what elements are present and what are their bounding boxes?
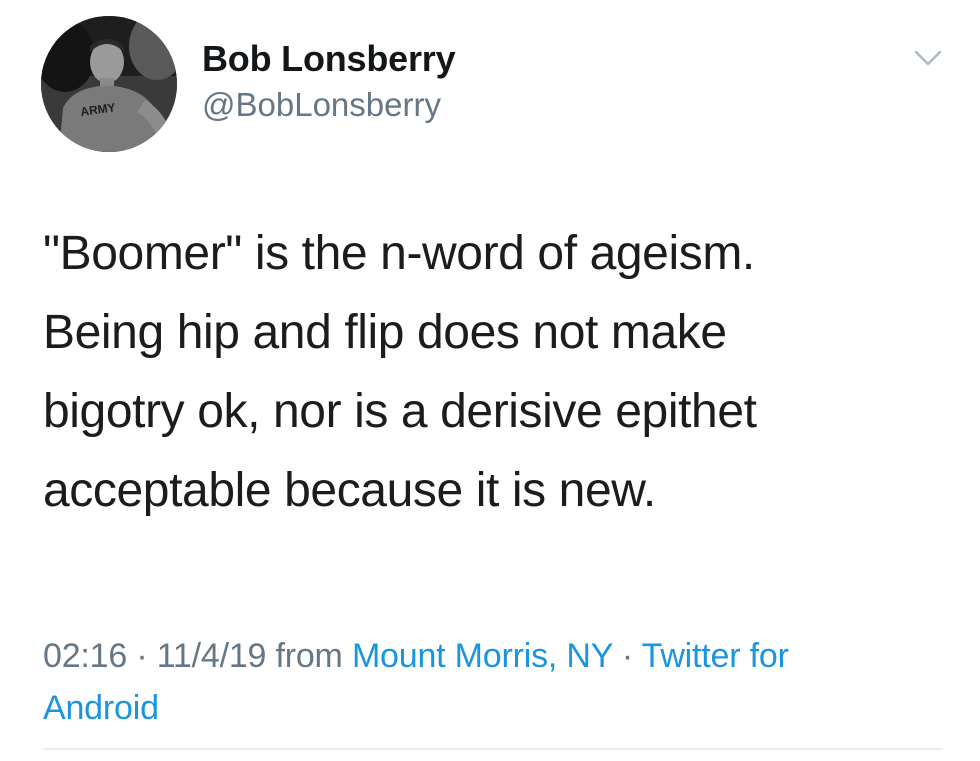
tweet-text-line: acceptable because it is new. [43, 464, 656, 517]
user-handle[interactable]: @BobLonsberry [202, 86, 441, 124]
avatar-photo: ARMY [41, 16, 177, 152]
meta-separator: · [127, 637, 157, 675]
source-link-continued[interactable]: Android [43, 689, 159, 727]
tweet-text-line: "Boomer" is the n-word of ageism. [43, 227, 755, 280]
tweet-metadata: 02:16 · 11/4/19 from Mount Morris, NY · … [43, 630, 953, 734]
tweet-card: ARMY Bob Lonsberry @BobLonsberry "Boomer… [0, 0, 980, 761]
tweet-text: "Boomer" is the n-word of ageism. Being … [43, 214, 953, 530]
location-link[interactable]: Mount Morris, NY [352, 637, 613, 675]
tweet-text-line: Being hip and flip does not make [43, 306, 727, 359]
source-link[interactable]: Twitter for [642, 637, 789, 675]
from-label: from [266, 637, 352, 675]
display-name[interactable]: Bob Lonsberry [202, 38, 456, 80]
chevron-down-icon [914, 50, 942, 66]
meta-separator: · [612, 637, 642, 675]
tweet-date[interactable]: 11/4/19 [157, 637, 267, 675]
tweet-time[interactable]: 02:16 [43, 637, 127, 675]
divider [43, 748, 943, 750]
more-options-button[interactable] [910, 46, 946, 70]
tweet-text-line: bigotry ok, nor is a derisive epithet [43, 385, 757, 438]
avatar[interactable]: ARMY [41, 16, 177, 152]
